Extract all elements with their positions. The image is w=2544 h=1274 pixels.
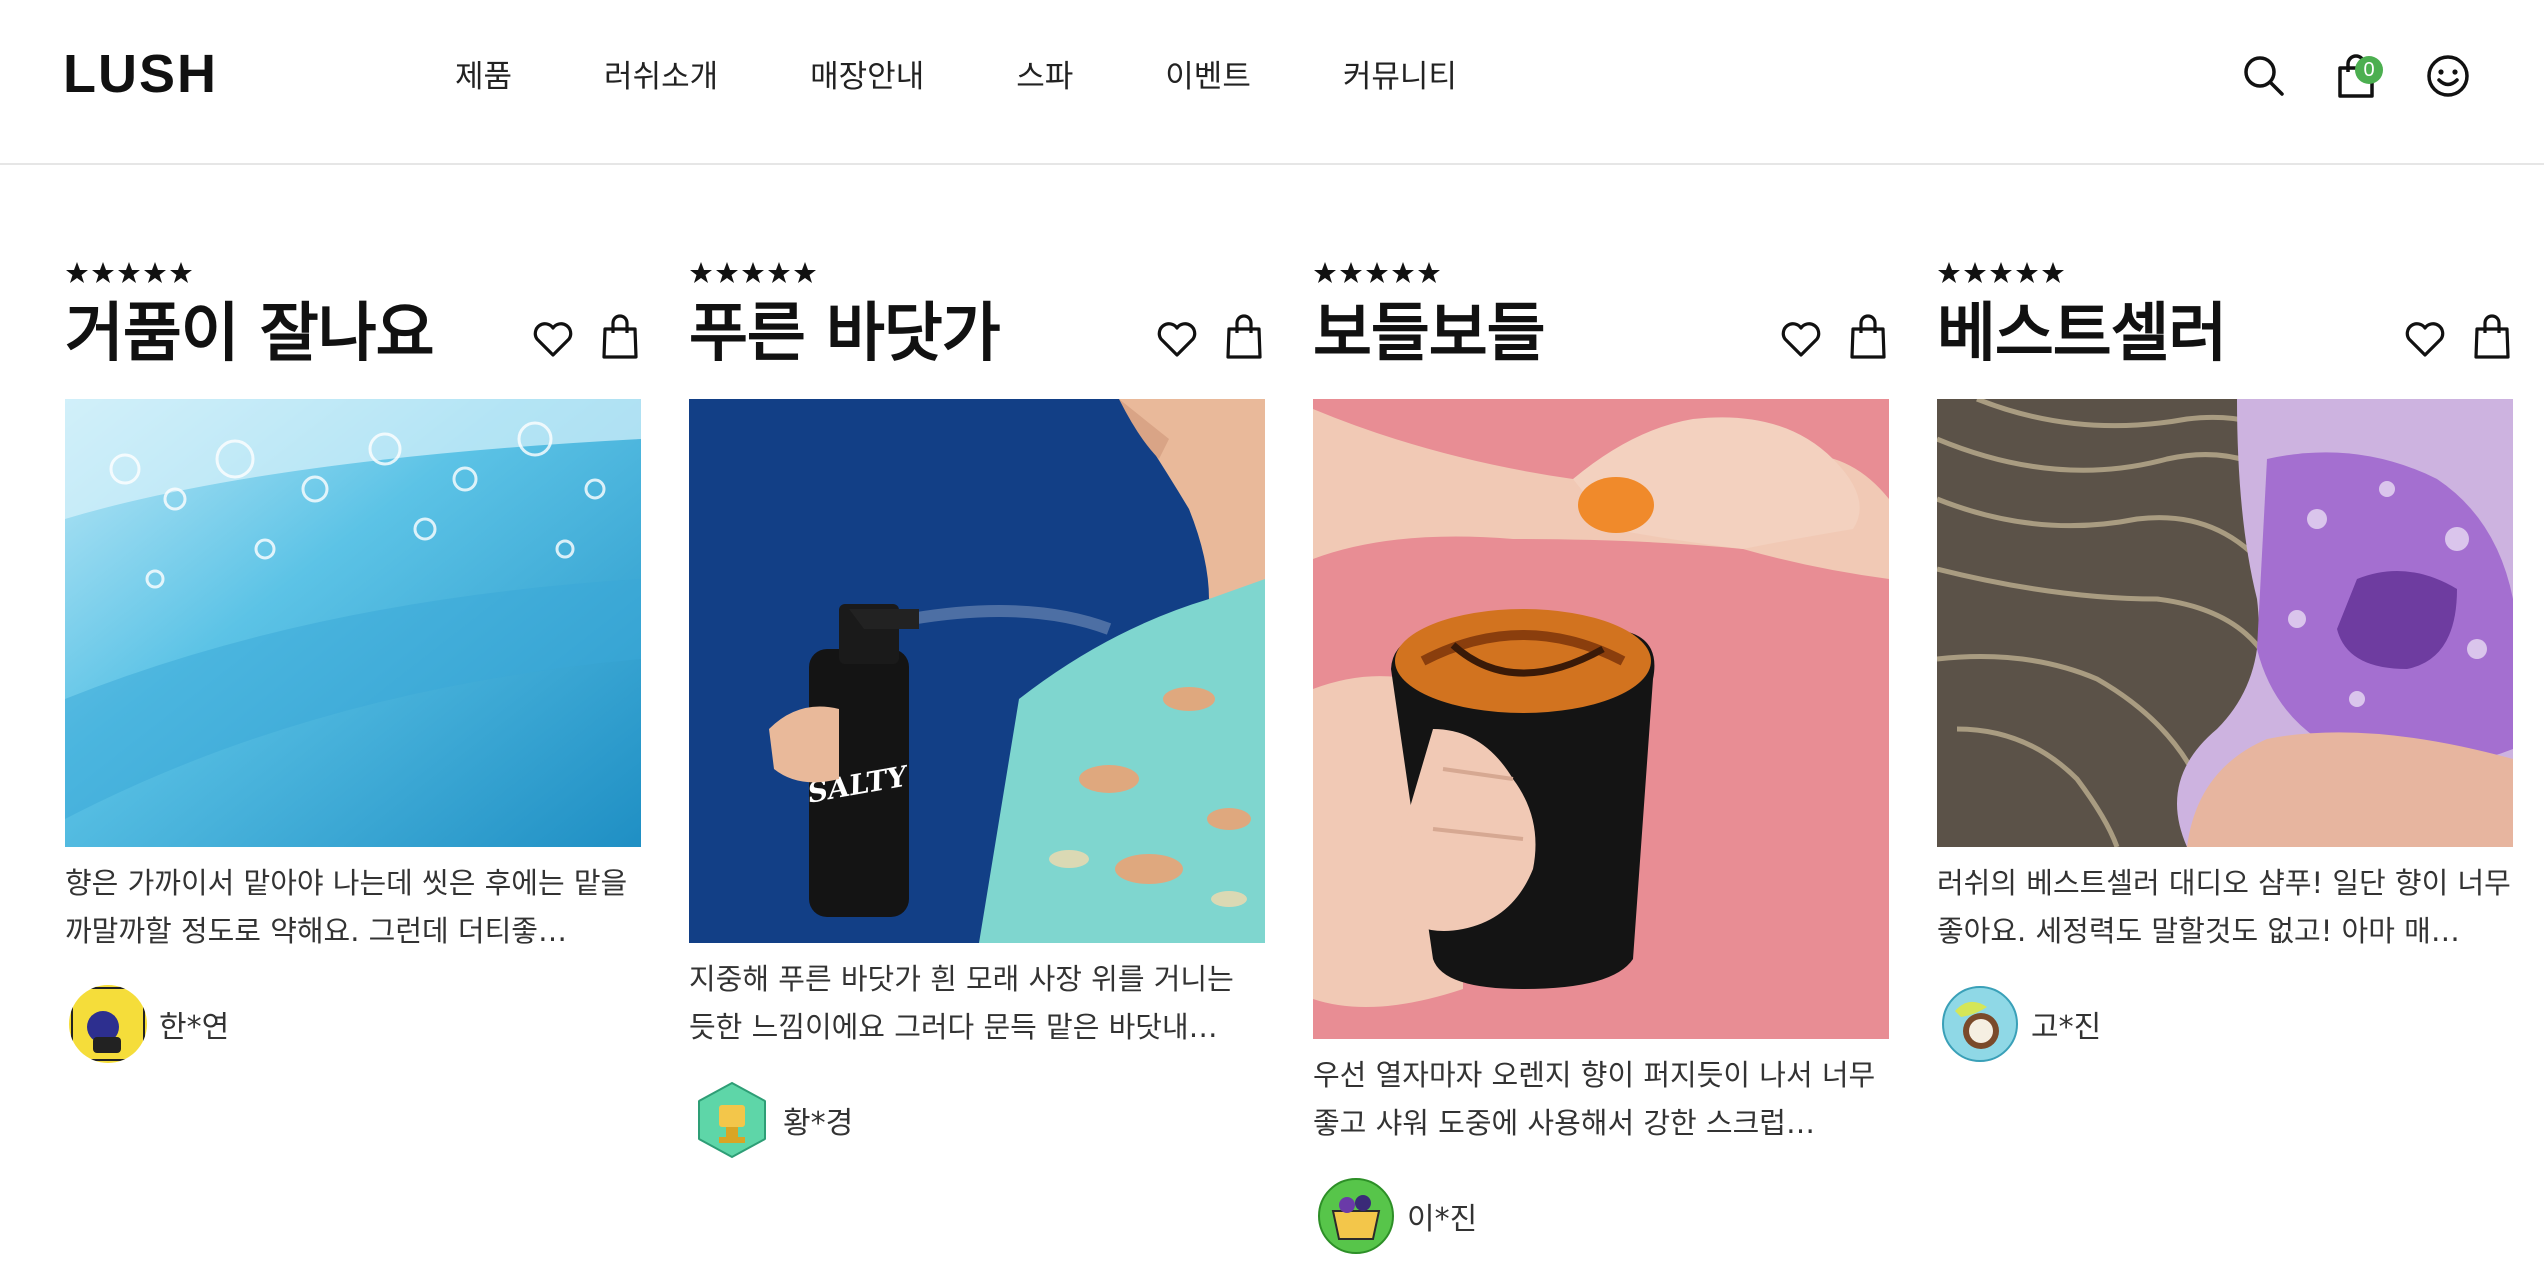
avatar xyxy=(1942,986,2018,1062)
shopping-bag-icon[interactable] xyxy=(601,313,639,359)
star-icon xyxy=(794,262,816,283)
star-rating xyxy=(1313,261,1441,285)
star-icon xyxy=(742,262,764,283)
star-icon xyxy=(92,262,114,283)
nav-item-community[interactable]: 커뮤니티 xyxy=(1343,55,1457,99)
star-icon xyxy=(118,262,140,283)
nav-item-events[interactable]: 이벤트 xyxy=(1165,55,1251,99)
star-icon xyxy=(1366,262,1388,283)
product-image-foam[interactable] xyxy=(65,399,641,847)
card-title[interactable]: 베스트셀러 xyxy=(1937,291,2227,377)
review-text[interactable]: 지중해 푸른 바닷가 흰 모래 사장 위를 거니는 듯한 느낌이에요 그러다 문… xyxy=(689,955,1265,1051)
star-icon xyxy=(1418,262,1440,283)
shopping-bag-icon[interactable] xyxy=(2473,313,2511,359)
heart-icon[interactable] xyxy=(1779,317,1823,361)
star-icon xyxy=(716,262,738,283)
nav-item-about[interactable]: 러쉬소개 xyxy=(604,55,718,99)
shopping-bag-icon[interactable] xyxy=(1849,313,1887,359)
star-icon xyxy=(1964,262,1986,283)
avatar xyxy=(69,985,147,1063)
smiley-icon[interactable] xyxy=(2424,52,2472,100)
star-icon xyxy=(66,262,88,283)
review-author: 고*진 xyxy=(1941,985,2101,1063)
main-nav: 제품 러쉬소개 매장안내 스파 이벤트 커뮤니티 xyxy=(455,55,1457,99)
star-rating xyxy=(1937,261,2065,285)
lush-logo[interactable]: LUSH xyxy=(63,44,218,104)
star-rating xyxy=(689,261,817,285)
star-icon xyxy=(2042,262,2064,283)
heart-icon[interactable] xyxy=(531,317,575,361)
card-title[interactable]: 거품이 잘나요 xyxy=(65,291,435,377)
star-icon xyxy=(690,262,712,283)
author-name: 한*연 xyxy=(159,1010,230,1045)
author-name: 고*진 xyxy=(2031,1010,2102,1045)
star-icon xyxy=(1340,262,1362,283)
author-name: 황*경 xyxy=(783,1106,854,1141)
product-image-shampoo[interactable] xyxy=(1937,399,2513,847)
nav-item-stores[interactable]: 매장안내 xyxy=(810,55,924,99)
heart-icon[interactable] xyxy=(1155,317,1199,361)
star-icon xyxy=(170,262,192,283)
review-author: 이*진 xyxy=(1317,1177,1477,1255)
shopping-bag-icon[interactable] xyxy=(1225,313,1263,359)
avatar xyxy=(1318,1178,1394,1254)
heart-icon[interactable] xyxy=(2403,317,2447,361)
star-icon xyxy=(1314,262,1336,283)
review-text[interactable]: 러쉬의 베스트셀러 대디오 샴푸! 일단 향이 너무 좋아요. 세정력도 말할것… xyxy=(1937,859,2513,955)
star-rating xyxy=(65,261,193,285)
star-icon xyxy=(2016,262,2038,283)
card-title[interactable]: 푸른 바닷가 xyxy=(689,291,1001,377)
review-author: 한*연 xyxy=(69,985,229,1063)
star-icon xyxy=(144,262,166,283)
star-icon xyxy=(768,262,790,283)
nav-item-products[interactable]: 제품 xyxy=(455,55,512,99)
review-text[interactable]: 우선 열자마자 오렌지 향이 퍼지듯이 나서 너무 좋고 샤워 도중에 사용해서… xyxy=(1313,1051,1889,1147)
product-image-body-spray[interactable]: SALTY xyxy=(689,399,1265,943)
nav-item-spa[interactable]: 스파 xyxy=(1016,55,1073,99)
review-author: 황*경 xyxy=(693,1081,853,1159)
site-header: LUSH 제품 러쉬소개 매장안내 스파 이벤트 커뮤니티 0 xyxy=(0,0,2544,165)
search-icon[interactable] xyxy=(2240,52,2288,100)
review-text[interactable]: 향은 가까이서 맡아야 나는데 씻은 후에는 맡을까말까할 정도로 약해요. 그… xyxy=(65,859,641,955)
star-icon xyxy=(1990,262,2012,283)
cart-count-badge: 0 xyxy=(2355,56,2383,84)
star-icon xyxy=(1938,262,1960,283)
author-name: 이*진 xyxy=(1407,1202,1478,1237)
avatar xyxy=(698,1081,766,1159)
star-icon xyxy=(1392,262,1414,283)
card-title[interactable]: 보들보들 xyxy=(1313,291,1546,377)
product-image-scrub[interactable] xyxy=(1313,399,1889,1039)
